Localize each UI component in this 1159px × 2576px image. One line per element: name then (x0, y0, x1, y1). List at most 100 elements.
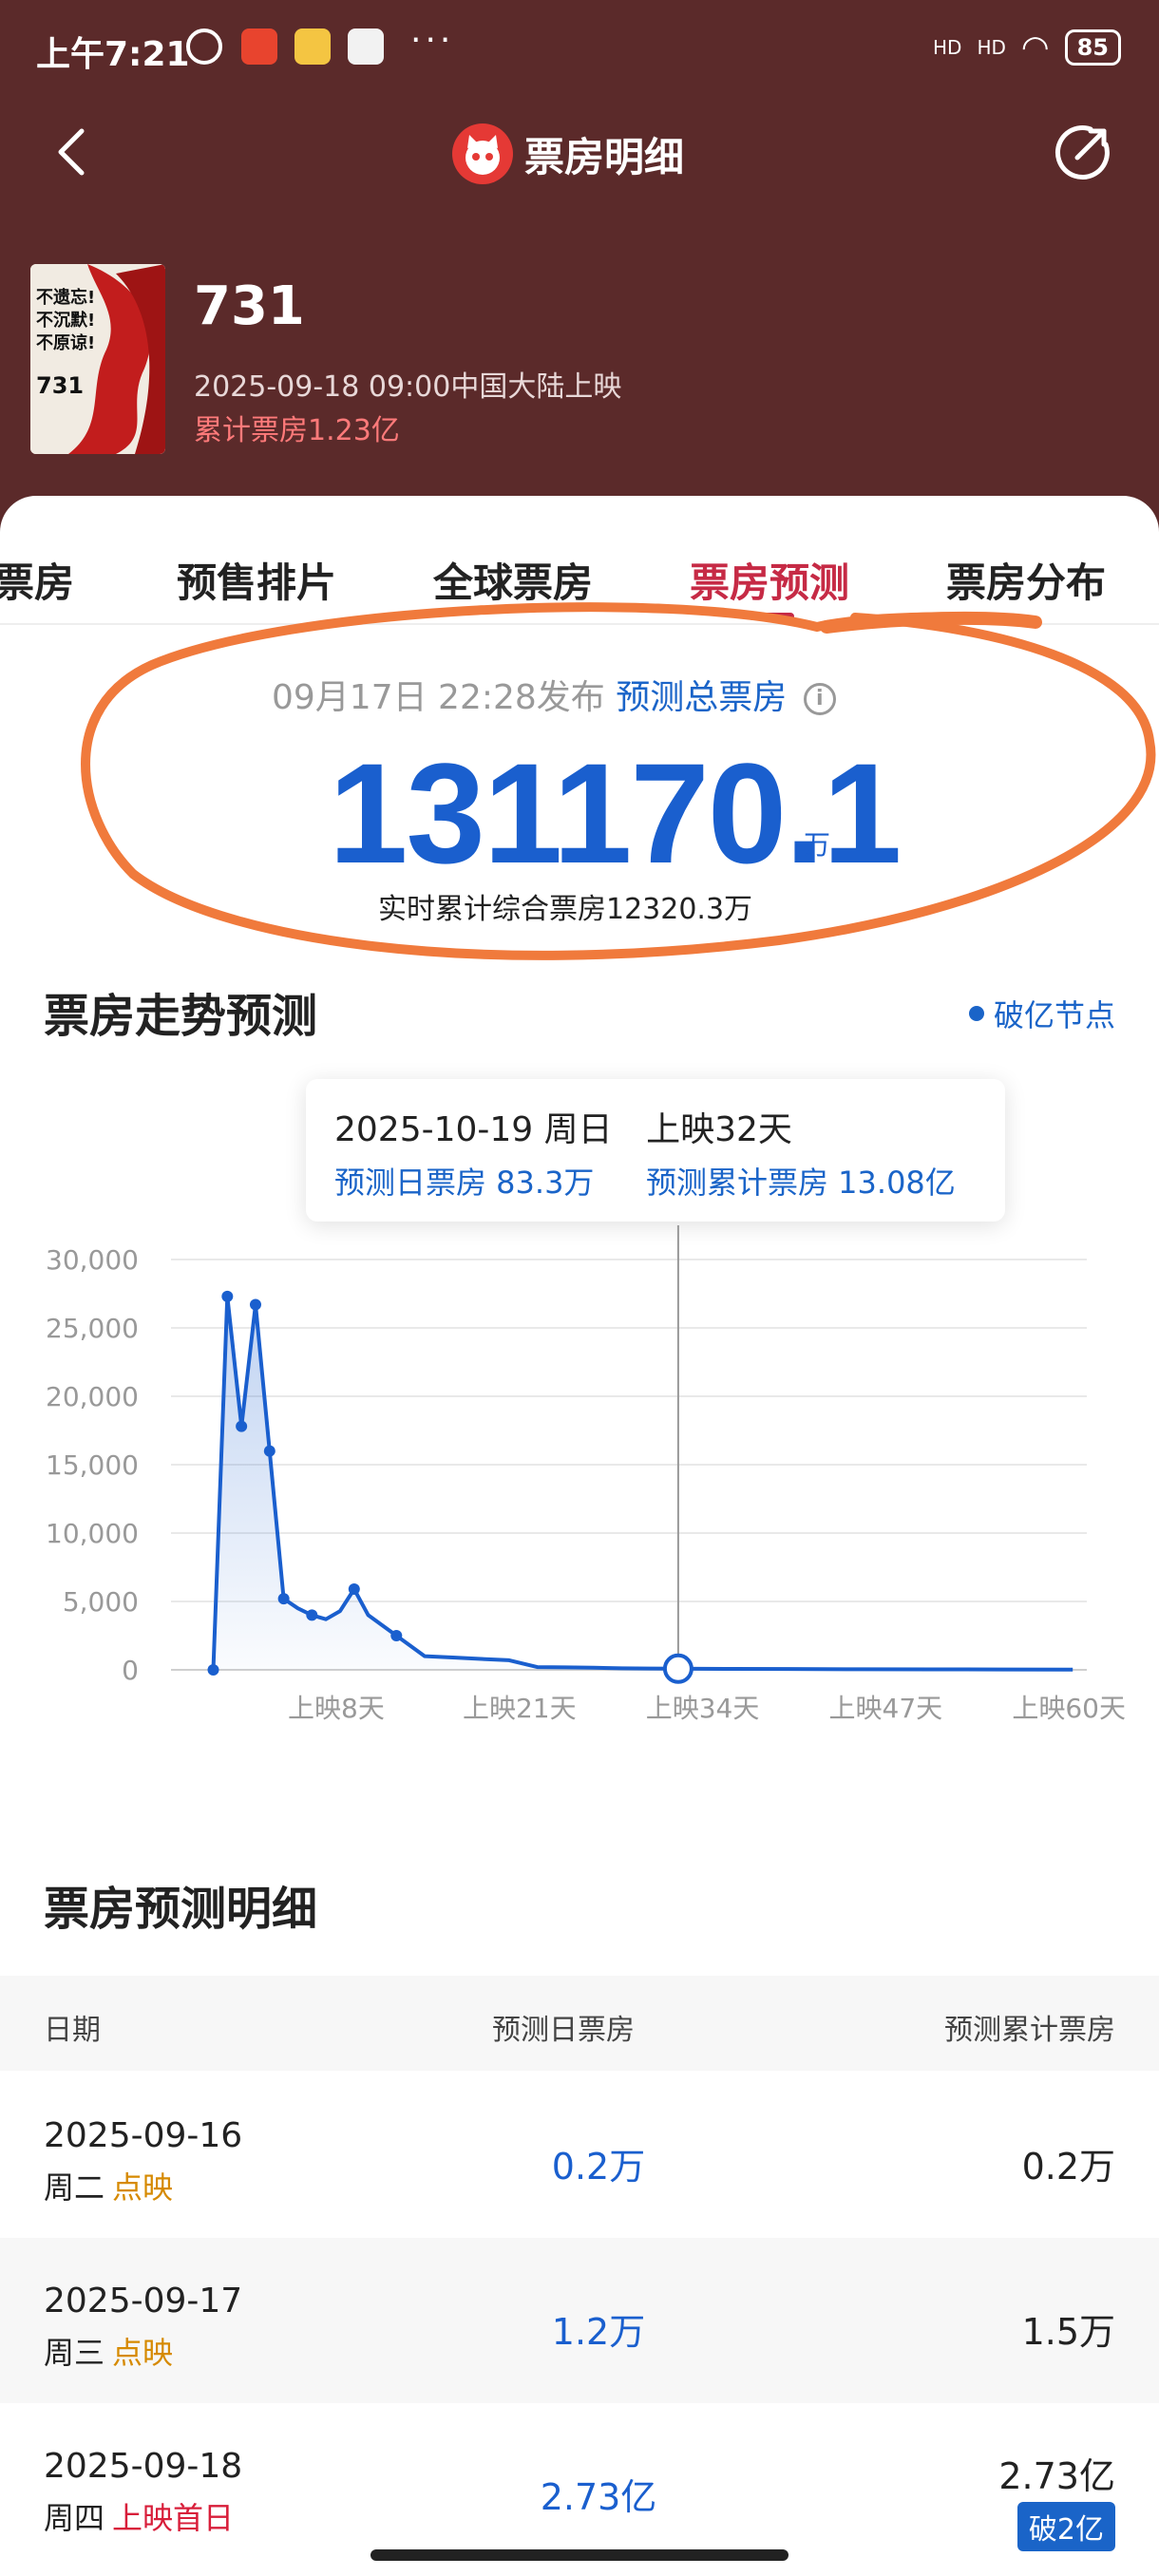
maoyan-logo-icon (452, 123, 513, 184)
poster-line: 不遗忘! (36, 288, 96, 308)
legend-dot-icon (968, 1006, 984, 1021)
row-day-box: 0.2万 (551, 2146, 646, 2188)
listen-app-icon (241, 28, 277, 65)
publish-time: 09月17日 22:28发布 (272, 678, 605, 717)
y-tick-label: 30,000 (46, 1244, 139, 1276)
row-weekday: 周二 点映 (44, 2164, 173, 2207)
data-point (306, 1609, 318, 1621)
tab-bar: 票房 预售排片 全球票房 票房预测 票房分布 (0, 532, 1159, 627)
chart-tooltip: 2025-10-19 周日 上映32天 预测日票房 83.3万 预测累计票房 1… (306, 1079, 1005, 1222)
y-tick-label: 20,000 (46, 1381, 139, 1412)
x-tick-label: 上映34天 (646, 1693, 760, 1724)
row-tag: 点映 (112, 2169, 174, 2206)
y-tick-label: 15,000 (46, 1449, 139, 1481)
signal-2-icon: HD (977, 36, 1006, 59)
forecast-total-unit: 万 (804, 829, 831, 861)
x-tick-label: 上映8天 (288, 1693, 385, 1724)
row-date: 2025-09-16 (44, 2116, 243, 2155)
table-row[interactable]: 2025-09-16 周二 点映 0.2万 0.2万 (0, 2073, 1159, 2238)
cat-app-icon (348, 28, 384, 65)
status-bar: 上午7:21 ··· HD HD ◠ 85 (0, 0, 1159, 104)
realtime-box-office: 实时累计综合票房12320.3万 (378, 893, 753, 926)
row-day-box: 2.73亿 (540, 2476, 657, 2518)
x-tick-label: 上映60天 (1012, 1693, 1126, 1724)
milestone-badge: 破2亿 (1016, 2502, 1115, 2551)
share-icon[interactable] (1053, 122, 1113, 182)
forecast-total-value: 131170.1 (329, 733, 902, 893)
tab-global[interactable]: 全球票房 (433, 551, 593, 609)
detail-section-title: 票房预测明细 (44, 1883, 318, 1936)
table-row[interactable]: 2025-09-17 周三 点映 1.2万 1.5万 (0, 2238, 1159, 2403)
row-cum-box: 0.2万 (1021, 2146, 1115, 2188)
tooltip-cum-box: 预测累计票房 13.08亿 (646, 1165, 956, 1201)
weekday-text: 周四 (44, 2500, 105, 2536)
movie-title: 731 (194, 275, 305, 337)
tab-presale[interactable]: 预售排片 (177, 551, 336, 609)
tab-forecast[interactable]: 票房预测 (690, 551, 849, 609)
tooltip-date: 2025-10-19 周日 上映32天 (334, 1102, 792, 1151)
row-cum-box: 1.5万 (1021, 2311, 1115, 2353)
signal-1-icon: HD (933, 36, 962, 59)
wifi-icon: ◠ (1020, 28, 1050, 66)
row-weekday: 周三 点映 (44, 2329, 173, 2373)
info-icon[interactable]: i (803, 683, 836, 715)
tabs-divider (0, 623, 1159, 625)
tab-box-office[interactable]: 票房 (0, 551, 74, 609)
poster-line: 不原谅! (36, 333, 96, 353)
tab-distribution[interactable]: 票房分布 (946, 551, 1106, 609)
th-date: 日期 (44, 2014, 101, 2047)
legend-breakthrough[interactable]: 破亿节点 (968, 992, 1115, 1035)
highlight-point (662, 1653, 694, 1684)
movie-box-office: 累计票房1.23亿 (194, 414, 400, 447)
tooltip-days: 上映32天 (646, 1110, 792, 1149)
page-title: 票房明细 (524, 133, 685, 180)
movie-poster[interactable]: 不遗忘! 不沉默! 不原谅! 731 (30, 264, 165, 454)
poster-line: 不沉默! (36, 311, 96, 331)
nav-title-group: 票房明细 (452, 123, 684, 184)
forecast-total-label: 预测总票房 (616, 678, 788, 717)
data-point (390, 1630, 403, 1641)
movie-release: 2025-09-18 09:00中国大陆上映 (194, 370, 622, 404)
more-notifications-icon: ··· (410, 21, 455, 60)
battery-icon: 85 (1064, 29, 1121, 66)
y-tick-label: 25,000 (46, 1313, 139, 1344)
x-tick-label: 上映21天 (463, 1693, 577, 1724)
home-indicator (370, 2549, 788, 2561)
row-date: 2025-09-17 (44, 2282, 243, 2320)
y-tick-label: 10,000 (46, 1518, 139, 1549)
data-point (348, 1583, 360, 1596)
legend-label: 破亿节点 (993, 997, 1115, 1033)
weibo-app-icon (294, 28, 331, 65)
row-tag: 点映 (112, 2335, 174, 2371)
y-tick-label: 5,000 (63, 1586, 139, 1618)
row-weekday: 周四 上映首日 (44, 2494, 234, 2538)
y-tick-label: 0 (122, 1655, 139, 1686)
th-day: 预测日票房 (492, 2014, 635, 2047)
back-icon[interactable] (46, 123, 103, 180)
trend-section-title: 票房走势预测 (44, 990, 318, 1043)
poster-line: 731 (36, 372, 85, 399)
poster-text: 不遗忘! 不沉默! 不原谅! 731 (36, 287, 95, 397)
data-point (207, 1664, 219, 1676)
data-point (277, 1593, 290, 1605)
series-area (213, 1296, 1074, 1670)
data-point (236, 1420, 248, 1432)
detail-table-header: 日期 预测日票房 预测累计票房 (0, 1976, 1159, 2071)
data-point (263, 1445, 276, 1457)
weekday-text: 周二 (44, 2169, 105, 2206)
box-office-trend-chart[interactable]: 30,000 25,000 20,000 15,000 10,000 5,000 0 上映8… (0, 1225, 1159, 1757)
weekday-text: 周三 (44, 2335, 105, 2371)
alarm-icon (186, 28, 222, 65)
row-cum-box: 2.73亿 (998, 2455, 1115, 2497)
tab-active-indicator (749, 613, 794, 620)
status-time: 上午7:21 (36, 35, 190, 74)
th-cum: 预测累计票房 (944, 2014, 1115, 2047)
row-date: 2025-09-18 (44, 2447, 243, 2486)
x-tick-label: 上映47天 (829, 1693, 943, 1724)
row-day-box: 1.2万 (551, 2311, 646, 2353)
row-tag: 上映首日 (112, 2500, 235, 2536)
data-point (221, 1290, 234, 1302)
forecast-publish-line: 09月17日 22:28发布 预测总票房 i (272, 670, 836, 719)
nav-bar: 票房明细 (0, 104, 1159, 199)
table-row[interactable]: 2025-09-18 周四 上映首日 2.73亿 2.73亿 破2亿 (0, 2403, 1159, 2568)
